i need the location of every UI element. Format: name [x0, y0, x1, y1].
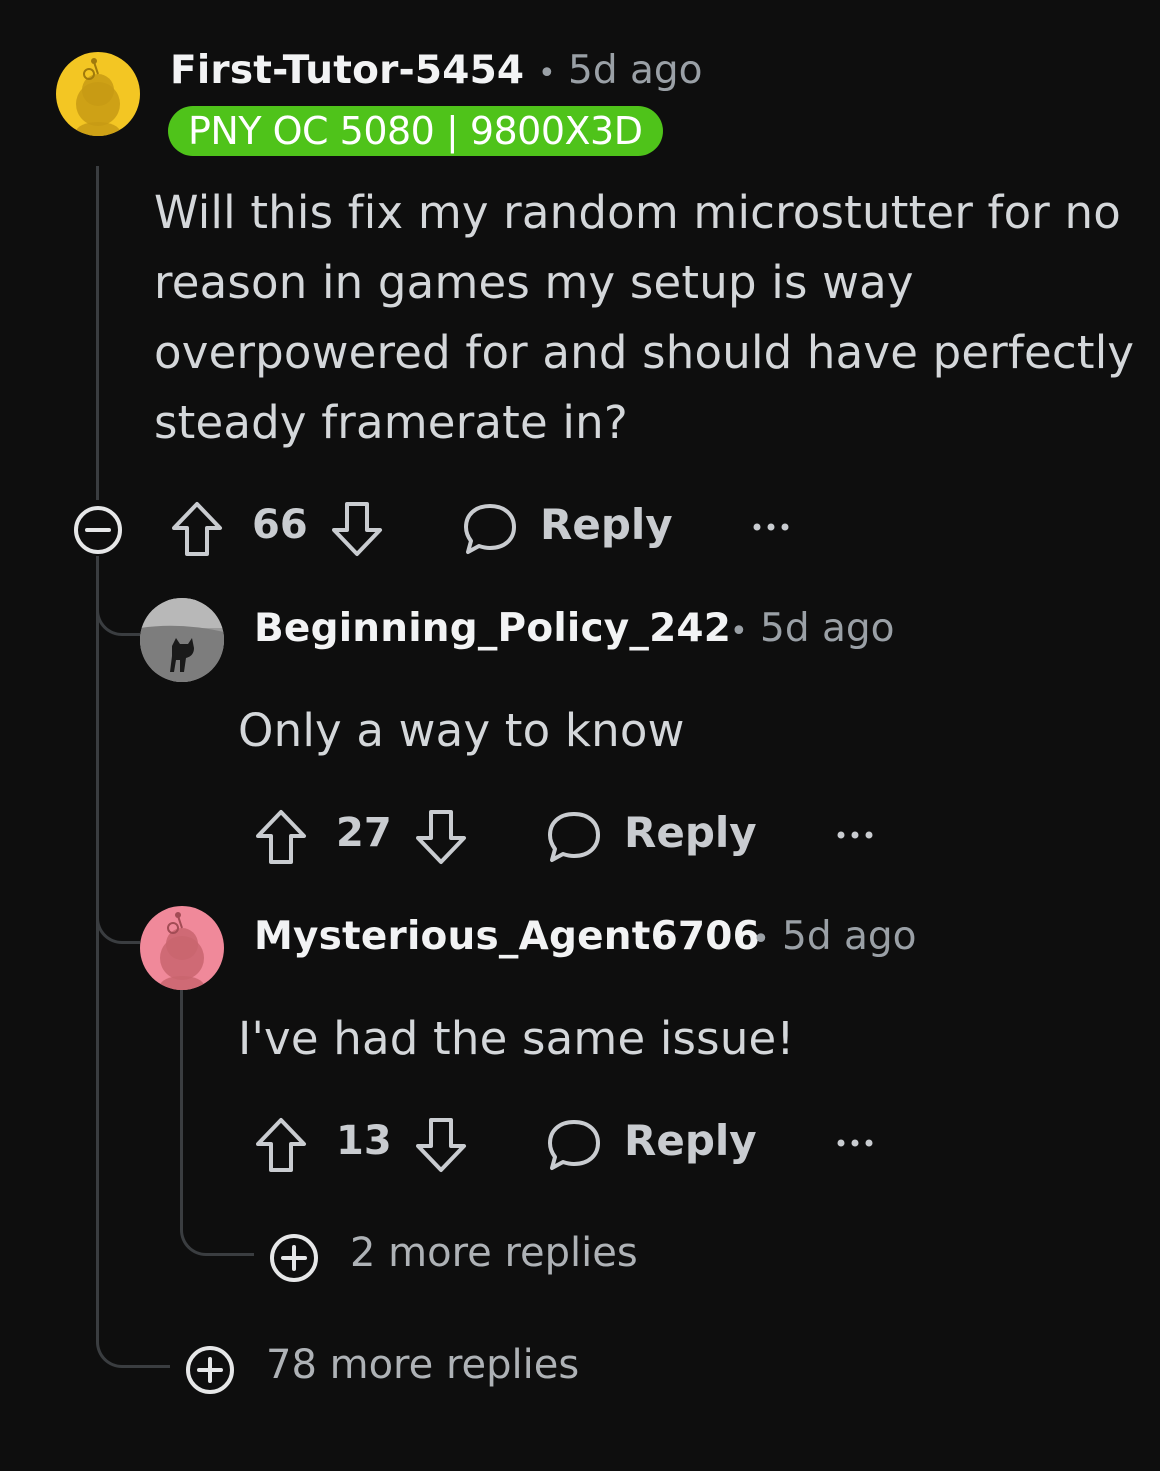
- comment-bubble-icon[interactable]: [462, 502, 518, 556]
- upvote-icon[interactable]: [254, 808, 308, 866]
- comment-timestamp: 5d ago: [782, 914, 917, 959]
- vote-count: 27: [336, 810, 392, 856]
- thread-line-main: [96, 166, 99, 500]
- more-replies-link[interactable]: 78 more replies: [266, 1342, 579, 1388]
- collapse-icon[interactable]: [72, 504, 124, 556]
- comment-body: Only a way to know: [238, 704, 685, 757]
- vote-count: 13: [336, 1118, 392, 1164]
- avatar[interactable]: [56, 52, 140, 136]
- more-replies-link[interactable]: 2 more replies: [350, 1230, 638, 1276]
- reply-button[interactable]: Reply: [540, 500, 673, 549]
- expand-plus-icon[interactable]: [184, 1344, 236, 1396]
- thread-branch-reply-2: [96, 898, 140, 944]
- comment-bubble-icon[interactable]: [546, 810, 602, 864]
- meta-separator: •: [730, 614, 748, 649]
- meta-separator: •: [538, 56, 556, 91]
- user-flair: PNY OC 5080 | 9800X3D: [168, 106, 663, 156]
- thread-line-main-lower: [96, 556, 99, 1336]
- comment-timestamp: 5d ago: [760, 606, 895, 651]
- comment-body: Will this fix my random microstutter for…: [154, 186, 1135, 449]
- more-options-icon[interactable]: [836, 828, 874, 842]
- downvote-icon[interactable]: [414, 1116, 468, 1174]
- avatar[interactable]: [140, 598, 224, 682]
- vote-count: 66: [252, 502, 308, 548]
- expand-plus-icon[interactable]: [268, 1232, 320, 1284]
- avatar[interactable]: [140, 906, 224, 990]
- comment-timestamp: 5d ago: [568, 48, 703, 93]
- meta-separator: •: [752, 922, 770, 957]
- comment-body: I've had the same issue!: [238, 1012, 795, 1065]
- reply-button[interactable]: Reply: [624, 808, 757, 857]
- reply-button[interactable]: Reply: [624, 1116, 757, 1165]
- downvote-icon[interactable]: [330, 500, 384, 558]
- comment-username[interactable]: First-Tutor-5454: [170, 48, 524, 93]
- cat-photo-avatar-icon: [140, 598, 224, 682]
- comment-username[interactable]: Mysterious_Agent6706: [254, 914, 760, 959]
- upvote-icon[interactable]: [170, 500, 224, 558]
- comment-bubble-icon[interactable]: [546, 1118, 602, 1172]
- more-options-icon[interactable]: [752, 520, 790, 534]
- snoo-avatar-icon: [76, 58, 120, 136]
- upvote-icon[interactable]: [254, 1116, 308, 1174]
- snoo-avatar-icon: [160, 912, 204, 990]
- comment-username[interactable]: Beginning_Policy_242: [254, 606, 731, 651]
- more-options-icon[interactable]: [836, 1136, 874, 1150]
- downvote-icon[interactable]: [414, 808, 468, 866]
- thread-branch-more-top: [96, 1320, 170, 1368]
- thread-branch-reply-1: [96, 590, 140, 636]
